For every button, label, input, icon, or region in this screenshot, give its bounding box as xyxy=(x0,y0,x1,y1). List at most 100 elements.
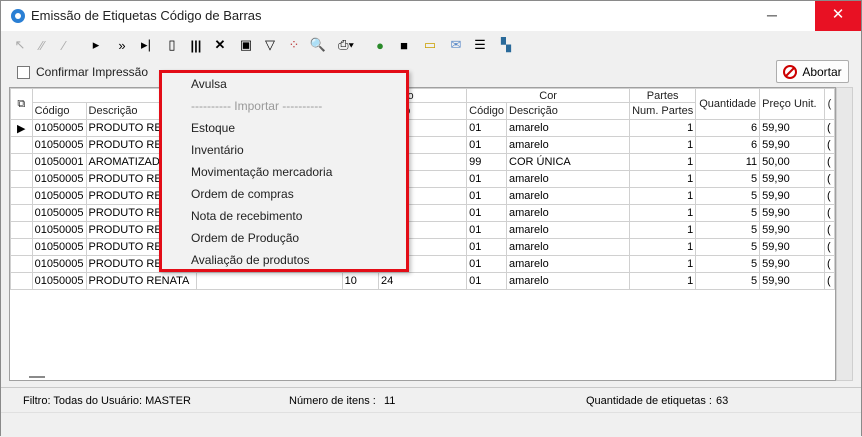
cell-extra[interactable]: ( xyxy=(823,136,835,154)
cell-extra[interactable]: ( xyxy=(823,255,835,273)
col-cor-descricao[interactable]: Descrição xyxy=(505,102,631,120)
cell-extra[interactable]: ( xyxy=(823,170,835,188)
table-row[interactable]: 01050005 PRODUTO REN 01 amarelo 1 5 59,90( xyxy=(10,238,835,256)
table-row[interactable]: 01050005 PRODUTO REN 01 amarelo 1 5 59,90( xyxy=(10,204,835,222)
table-row[interactable]: 01050001 AROMATIZADO 99 COR ÚNICA 1 11 50,00( xyxy=(10,153,835,171)
cell-codigo[interactable]: 01050005 xyxy=(31,119,87,137)
cell-cor-descricao[interactable]: amarelo xyxy=(505,187,631,205)
cell-preco[interactable]: 59,90 xyxy=(759,255,825,273)
col-preco[interactable]: Preço Unit. xyxy=(759,88,825,120)
cell-partes[interactable]: 1 xyxy=(629,238,697,256)
cell-quantidade[interactable]: 5 xyxy=(695,238,761,256)
cell-cor-descricao[interactable]: COR ÚNICA xyxy=(505,153,631,171)
row-indicator[interactable] xyxy=(10,238,33,256)
menu-item-nota-recebimento[interactable]: Nota de recebimento xyxy=(191,209,302,223)
list-icon[interactable]: ☰ xyxy=(469,34,491,56)
cell-quantidade[interactable]: 5 xyxy=(695,272,761,290)
row-indicator[interactable] xyxy=(10,221,33,239)
cell-extra[interactable]: ( xyxy=(823,204,835,222)
cell-preco[interactable]: 59,90 xyxy=(759,187,825,205)
cell-preco[interactable]: 59,90 xyxy=(759,238,825,256)
cell-extra[interactable]: ( xyxy=(823,221,835,239)
cell-descricao[interactable]: PRODUTO RENATA xyxy=(85,272,198,290)
cell-codigo[interactable]: 01050005 xyxy=(31,170,87,188)
cell-preco[interactable]: 59,90 xyxy=(759,221,825,239)
cell-codigo[interactable]: 01050005 xyxy=(31,187,87,205)
cell-extra[interactable]: ( xyxy=(823,238,835,256)
table-row[interactable]: 01050005PRODUTO RENATA092201amarelo1559,… xyxy=(10,255,835,273)
save-icon[interactable]: ■ xyxy=(393,34,415,56)
print-icon[interactable]: ⎙▾ xyxy=(335,34,357,56)
menu-item-inventario[interactable]: Inventário xyxy=(191,143,244,157)
open-folder-icon[interactable]: ▭ xyxy=(419,34,441,56)
first-icon[interactable]: ↖ xyxy=(9,34,31,56)
cell-quantidade[interactable]: 11 xyxy=(695,153,761,171)
cell-partes[interactable]: 1 xyxy=(629,136,697,154)
confirm-print-checkbox[interactable] xyxy=(17,65,30,79)
cell-quantidade[interactable]: 5 xyxy=(695,204,761,222)
cell-cor-codigo[interactable]: 01 xyxy=(466,170,507,188)
table-row[interactable]: ▶ 01050005 PRODUTO RENA 01 amarelo 1 6 59,90( xyxy=(10,119,835,137)
cell-blank[interactable] xyxy=(196,272,343,290)
cell-partes[interactable]: 1 xyxy=(629,204,697,222)
cell-cor-descricao[interactable]: amarelo xyxy=(505,119,631,137)
sparkle-icon[interactable]: ⁘ xyxy=(283,34,305,56)
col-cor-codigo[interactable]: Código xyxy=(466,102,507,120)
menu-item-movimentacao[interactable]: Movimentação mercadoria xyxy=(191,165,332,179)
cell-partes[interactable]: 1 xyxy=(629,153,697,171)
menu-item-ordem-producao[interactable]: Ordem de Produção xyxy=(191,231,299,245)
cell-partes[interactable]: 1 xyxy=(629,272,697,290)
cell-tam-descricao[interactable]: 24 xyxy=(377,272,468,290)
cell-partes[interactable]: 1 xyxy=(629,187,697,205)
prev-page-icon[interactable]: ⁄⁄ xyxy=(31,34,53,56)
row-indicator[interactable] xyxy=(10,187,33,205)
items-grid[interactable]: ⧉ nho Cor Partes Quantidade Preço Unit. … xyxy=(9,87,836,381)
cell-cor-codigo[interactable]: 01 xyxy=(466,255,507,273)
cell-codigo[interactable]: 01050005 xyxy=(31,238,87,256)
cell-codigo[interactable]: 01050005 xyxy=(31,255,87,273)
cell-codigo[interactable]: 01050005 xyxy=(31,272,87,290)
cell-preco[interactable]: 59,90 xyxy=(759,272,825,290)
delete-icon[interactable]: ✕ xyxy=(209,34,231,56)
close-button[interactable]: ✕ xyxy=(815,1,861,31)
row-indicator[interactable] xyxy=(10,136,33,154)
cell-cor-descricao[interactable]: amarelo xyxy=(505,238,631,256)
row-indicator[interactable] xyxy=(10,170,33,188)
cell-cor-codigo[interactable]: 01 xyxy=(466,204,507,222)
col-codigo[interactable]: Código xyxy=(31,102,87,120)
table-row[interactable]: 01050005 PRODUTO REN 01 amarelo 1 5 59,90( xyxy=(10,187,835,205)
vertical-scrollbar[interactable] xyxy=(836,87,853,381)
next-icon[interactable]: ▸ xyxy=(85,34,107,56)
row-indicator[interactable] xyxy=(10,272,33,290)
cell-cor-codigo[interactable]: 01 xyxy=(466,238,507,256)
cell-partes[interactable]: 1 xyxy=(629,170,697,188)
col-extra[interactable]: ( xyxy=(823,88,835,120)
confirm-print-option[interactable]: Confirmar Impressão xyxy=(17,65,148,79)
cell-codigo[interactable]: 01050005 xyxy=(31,221,87,239)
cell-extra[interactable]: ( xyxy=(823,119,835,137)
cell-quantidade[interactable]: 6 xyxy=(695,119,761,137)
new-doc-icon[interactable]: ▯ xyxy=(161,34,183,56)
cell-preco[interactable]: 59,90 xyxy=(759,136,825,154)
cell-cor-descricao[interactable]: amarelo xyxy=(505,136,631,154)
cell-cor-codigo[interactable]: 01 xyxy=(466,136,507,154)
menu-item-avaliacao[interactable]: Avaliação de produtos xyxy=(191,253,310,267)
exit-icon[interactable]: ▚ xyxy=(495,34,517,56)
cell-preco[interactable]: 59,90 xyxy=(759,170,825,188)
table-row[interactable]: 01050005 PRODUTO REN 01 amarelo 1 5 59,90( xyxy=(10,221,835,239)
cell-cor-descricao[interactable]: amarelo xyxy=(505,255,631,273)
col-num-partes[interactable]: Num. Partes xyxy=(629,102,697,120)
cell-cor-descricao[interactable]: amarelo xyxy=(505,170,631,188)
abort-button[interactable]: Abortar xyxy=(776,60,849,83)
cell-extra[interactable]: ( xyxy=(823,187,835,205)
prev-icon[interactable]: ⁄ xyxy=(53,34,75,56)
cell-preco[interactable]: 59,90 xyxy=(759,119,825,137)
cell-quantidade[interactable]: 5 xyxy=(695,170,761,188)
bag-icon[interactable]: ▣ xyxy=(235,34,257,56)
cell-cor-descricao[interactable]: amarelo xyxy=(505,204,631,222)
cell-quantidade[interactable]: 6 xyxy=(695,136,761,154)
cell-cor-codigo[interactable]: 01 xyxy=(466,221,507,239)
cell-codigo[interactable]: 01050005 xyxy=(31,136,87,154)
row-indicator[interactable] xyxy=(10,204,33,222)
cell-preco[interactable]: 59,90 xyxy=(759,204,825,222)
